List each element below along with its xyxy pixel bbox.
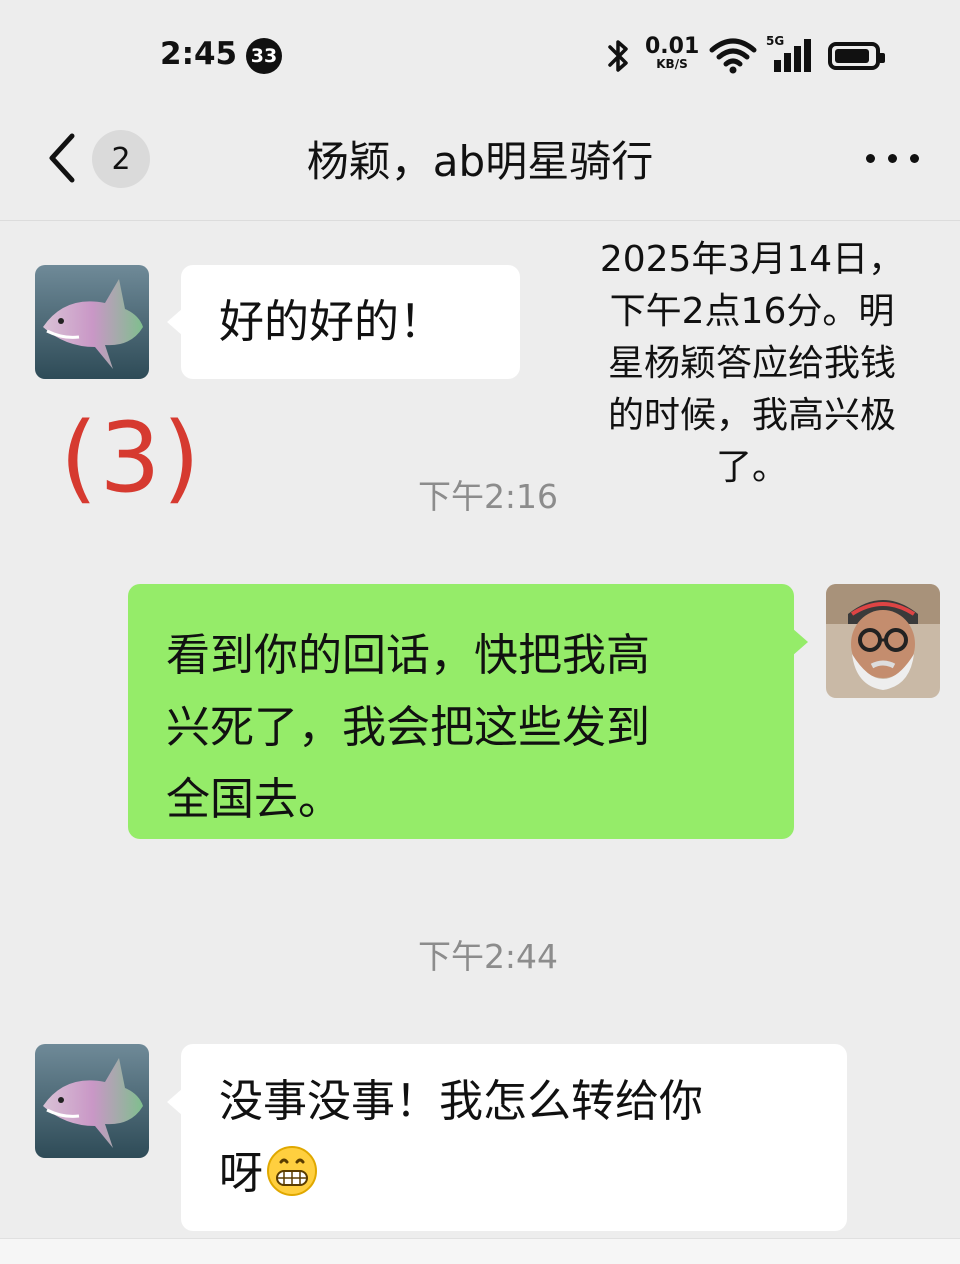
message-text: 好的好的！ bbox=[219, 295, 445, 348]
grinning-face-icon bbox=[267, 1146, 317, 1196]
chat-title: 杨颖，ab明星骑行 bbox=[306, 137, 654, 186]
old-man-glasses-avatar[interactable] bbox=[826, 584, 940, 698]
back-chevron-icon[interactable] bbox=[40, 130, 90, 186]
shark-avatar[interactable] bbox=[35, 265, 149, 379]
message-text-line: 兴死了，我会把这些发到 bbox=[166, 702, 650, 753]
bluetooth-icon bbox=[608, 40, 628, 72]
message-text: 呀 bbox=[219, 1148, 263, 1199]
annotation-text: 2025年3月14日， 下午2点16分。明 星杨颖答应给我钱 的时候，我高兴极 … bbox=[582, 234, 922, 494]
message-bubble-incoming[interactable]: 没事没事！我怎么转给你 呀 bbox=[167, 1044, 847, 1231]
annotation-line: 星杨颖答应给我钱 bbox=[607, 343, 896, 384]
message-text-line: 呀 bbox=[219, 1138, 809, 1210]
message-text-line: 全国去。 bbox=[166, 774, 342, 825]
annotation-line: 下午2点16分。明 bbox=[609, 291, 895, 332]
annotation-line: 的时候，我高兴极 bbox=[607, 395, 896, 436]
message-text-line: 没事没事！我怎么转给你 bbox=[219, 1076, 703, 1127]
input-bar[interactable] bbox=[0, 1238, 960, 1264]
net-speed-value: 0.01 bbox=[645, 34, 700, 59]
chat-header: 2 杨颖，ab明星骑行 bbox=[0, 110, 960, 221]
message-text-line: 看到你的回话，快把我高 bbox=[166, 630, 650, 681]
message-bubble-incoming[interactable]: 好的好的！ bbox=[167, 265, 520, 379]
net-speed-unit: KB/S bbox=[656, 57, 688, 71]
status-bar: 2:45 33 0.01 KB/S 5G bbox=[0, 0, 960, 110]
unread-count-badge[interactable]: 2 bbox=[92, 130, 150, 188]
shark-avatar[interactable] bbox=[35, 1044, 149, 1158]
status-time: 2:45 bbox=[160, 36, 238, 72]
notification-badge: 33 bbox=[246, 38, 282, 74]
message-bubble-outgoing[interactable]: 看到你的回话，快把我高 兴死了，我会把这些发到 全国去。 bbox=[128, 584, 808, 839]
network-type: 5G bbox=[766, 34, 785, 48]
wifi-icon bbox=[709, 38, 757, 74]
annotation-line: 2025年3月14日， bbox=[599, 239, 905, 280]
net-speed: 0.01 KB/S bbox=[645, 34, 700, 71]
signal-icon: 5G bbox=[766, 34, 814, 78]
more-icon[interactable] bbox=[864, 140, 922, 176]
message-timestamp: 下午2:16 bbox=[417, 477, 559, 516]
message-timestamp: 下午2:44 bbox=[417, 937, 559, 976]
battery-icon bbox=[828, 42, 885, 70]
